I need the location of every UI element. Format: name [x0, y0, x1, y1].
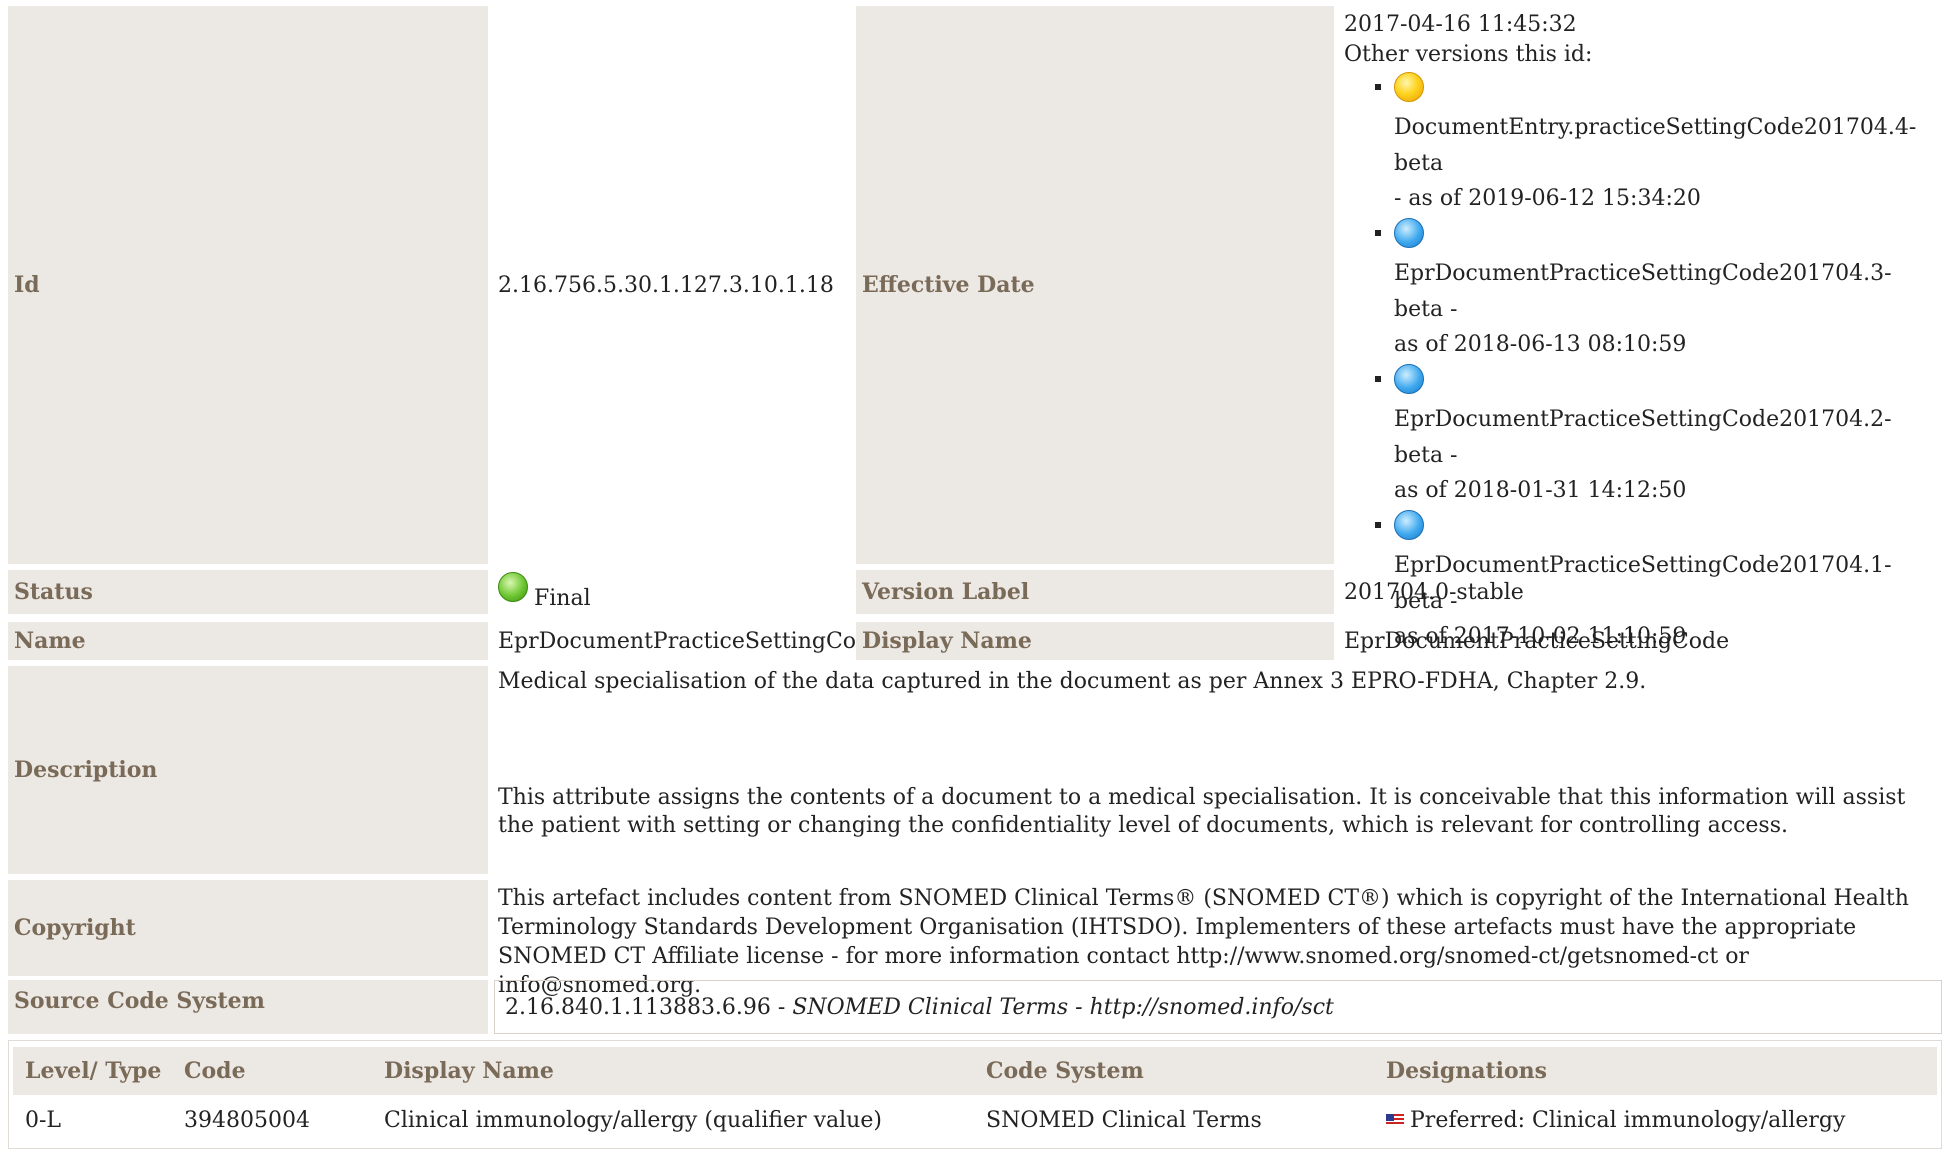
cell-code: 394805004 — [184, 1107, 310, 1133]
version-label-value: 201704.0-stable — [1344, 579, 1524, 605]
effective-date-value: 2017-04-16 11:45:32 Other versions this … — [1334, 10, 1934, 649]
other-versions-list: DocumentEntry.practiceSettingCode201704.… — [1344, 70, 1934, 654]
cell-display-name: Clinical immunology/allergy (qualifier v… — [384, 1107, 882, 1133]
cell-designation: Preferred: Clinical immunology/allergy — [1386, 1095, 1845, 1145]
version-link[interactable]: EprDocumentPracticeSettingCode201704.2-b… — [1394, 402, 1934, 474]
description-paragraph: This attribute assigns the contents of a… — [498, 785, 1906, 838]
header-level-type: Level/ Type — [25, 1058, 162, 1084]
source-code-system-value: 2.16.840.1.113883.6.96 - SNOMED Clinical… — [494, 980, 1942, 1034]
status-label: Status — [8, 570, 488, 614]
name-value: EprDocumentPracticeSettingCode — [498, 628, 884, 654]
version-asof: - as of 2019-06-12 15:34:20 — [1394, 186, 1701, 211]
header-code: Code — [184, 1058, 246, 1084]
version-item: DocumentEntry.practiceSettingCode201704.… — [1394, 70, 1934, 216]
blue-status-icon — [1394, 364, 1424, 394]
id-label: Id — [8, 6, 488, 564]
description-value: Medical specialisation of the data captu… — [488, 668, 1928, 874]
effective-date-label: Effective Date — [856, 6, 1334, 564]
display-name-label: Display Name — [856, 622, 1334, 660]
header-code-system: Code System — [986, 1058, 1144, 1084]
header-designations: Designations — [1386, 1058, 1548, 1084]
version-asof: as of 2018-06-13 08:10:59 — [1394, 332, 1687, 357]
concept-table-header: Level/ Type Code Display Name Code Syste… — [13, 1047, 1937, 1095]
source-code-system-label: Source Code System — [8, 980, 488, 1034]
cell-level: 0-L — [25, 1107, 62, 1133]
copyright-value: This artefact includes content from SNOM… — [488, 884, 1928, 998]
designation-text: Preferred: Clinical immunology/allergy — [1410, 1107, 1846, 1133]
id-value: 2.16.756.5.30.1.127.3.10.1.18 — [498, 272, 834, 298]
source-system-name: SNOMED Clinical Terms - http://snomed.in… — [792, 994, 1334, 1020]
version-item: EprDocumentPracticeSettingCode201704.2-b… — [1394, 362, 1934, 508]
status-value: Final — [488, 570, 854, 614]
us-flag-icon — [1386, 1114, 1404, 1126]
version-item: EprDocumentPracticeSettingCode201704.3-b… — [1394, 216, 1934, 362]
effective-date-text: 2017-04-16 11:45:32 — [1344, 12, 1577, 37]
status-text: Final — [534, 585, 591, 611]
yellow-status-icon — [1394, 72, 1424, 102]
version-link[interactable]: EprDocumentPracticeSettingCode201704.3-b… — [1394, 256, 1934, 328]
version-asof: as of 2018-01-31 14:12:50 — [1394, 478, 1687, 503]
green-status-icon — [498, 572, 528, 602]
description-label: Description — [8, 666, 488, 874]
name-label: Name — [8, 622, 488, 660]
display-name-value: EprDocumentPracticeSettingCode — [1344, 628, 1730, 654]
version-label-label: Version Label — [856, 570, 1334, 614]
blue-status-icon — [1394, 510, 1424, 540]
concept-table: Level/ Type Code Display Name Code Syste… — [8, 1040, 1942, 1149]
header-display-name: Display Name — [384, 1058, 554, 1084]
cell-code-system: SNOMED Clinical Terms — [986, 1107, 1262, 1133]
table-row: 0-L 394805004 Clinical immunology/allerg… — [13, 1095, 1937, 1145]
version-link[interactable]: DocumentEntry.practiceSettingCode201704.… — [1394, 110, 1934, 182]
copyright-label: Copyright — [8, 880, 488, 976]
blue-status-icon — [1394, 218, 1424, 248]
description-paragraph: Medical specialisation of the data captu… — [498, 669, 1647, 694]
source-oid: 2.16.840.1.113883.6.96 - — [505, 994, 793, 1020]
other-versions-label: Other versions this id: — [1344, 42, 1593, 67]
